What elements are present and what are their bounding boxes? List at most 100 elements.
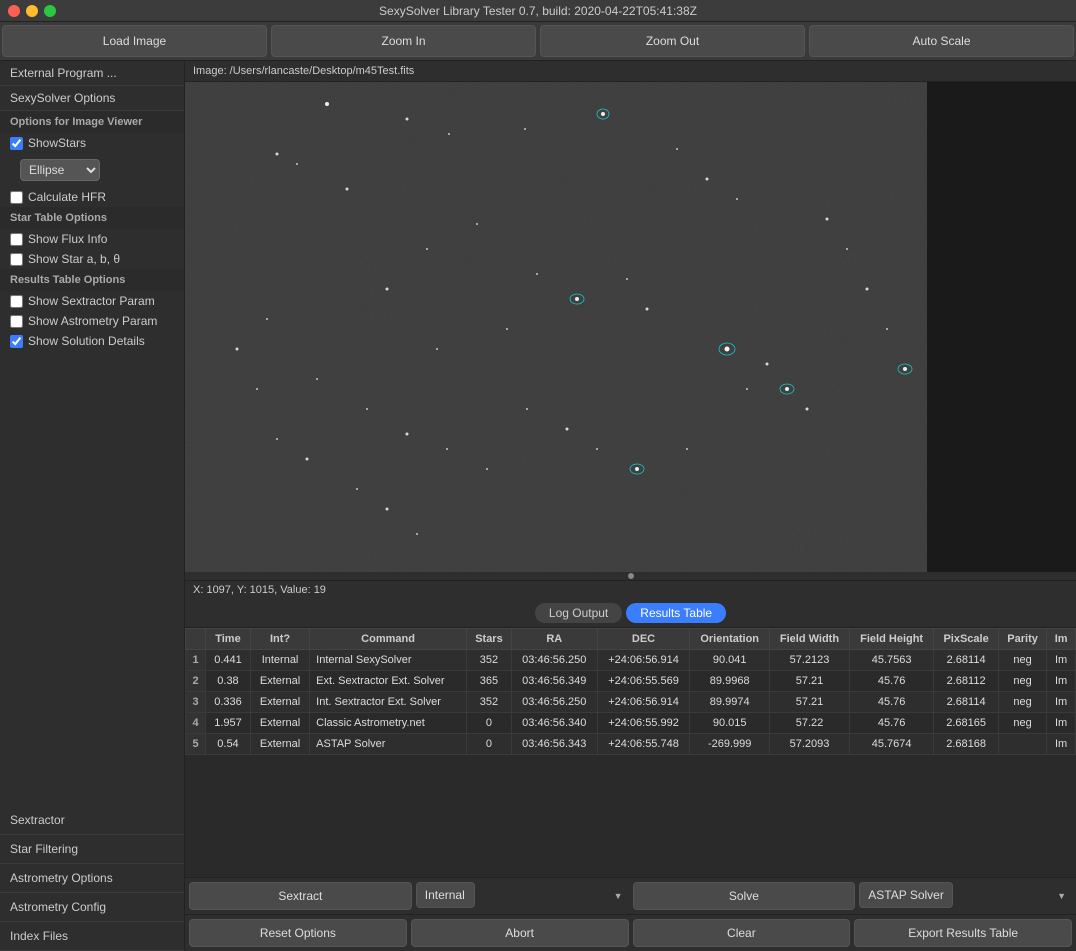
col-header-pixscale: PixScale <box>934 629 999 650</box>
orientation-cell: 90.041 <box>690 650 770 671</box>
show-star-ab-theta-option: Show Star a, b, θ <box>0 249 184 269</box>
bottom-row2: Reset Options Abort Clear Export Results… <box>185 915 1076 951</box>
index-files-nav-item[interactable]: Index Files <box>0 922 184 951</box>
auto-scale-button[interactable]: Auto Scale <box>809 25 1074 57</box>
zoom-in-button[interactable]: Zoom In <box>271 25 536 57</box>
int-cell: Internal <box>250 650 309 671</box>
star-filtering-nav-item[interactable]: Star Filtering <box>0 835 184 864</box>
table-row: 1 0.441 Internal Internal SexySolver 352… <box>186 650 1076 671</box>
internal-select[interactable]: Internal <box>416 882 475 908</box>
sextractor-nav-item[interactable]: Sextractor <box>0 806 184 835</box>
show-sextractor-param-checkbox[interactable] <box>10 295 23 308</box>
field-height-cell: 45.76 <box>850 671 934 692</box>
row-num-cell: 2 <box>186 671 206 692</box>
window-title: SexySolver Library Tester 0.7, build: 20… <box>379 4 697 18</box>
col-header-orientation: Orientation <box>690 629 770 650</box>
field-width-cell: 57.2123 <box>769 650 849 671</box>
field-height-cell: 45.76 <box>850 713 934 734</box>
pixscale-cell: 2.68114 <box>934 650 999 671</box>
show-solution-details-checkbox[interactable] <box>10 335 23 348</box>
scroll-dot <box>628 573 634 579</box>
internal-select-wrapper: Internal <box>416 882 629 910</box>
show-astrometry-param-option: Show Astrometry Param <box>0 311 184 331</box>
zoom-out-button[interactable]: Zoom Out <box>540 25 805 57</box>
pixscale-cell: 2.68165 <box>934 713 999 734</box>
table-row: 2 0.38 External Ext. Sextractor Ext. Sol… <box>186 671 1076 692</box>
parity-cell: neg <box>998 713 1046 734</box>
reset-options-button[interactable]: Reset Options <box>189 919 407 947</box>
export-results-button[interactable]: Export Results Table <box>854 919 1072 947</box>
command-cell: ASTAP Solver <box>310 734 467 755</box>
stars-cell: 365 <box>466 671 511 692</box>
clear-button[interactable]: Clear <box>633 919 851 947</box>
show-star-ab-theta-checkbox[interactable] <box>10 253 23 266</box>
tabs-bar: Log Output Results Table <box>185 599 1076 628</box>
image-section: Image: /Users/rlancaste/Desktop/m45Test.… <box>185 61 1076 599</box>
astrometry-config-nav-item[interactable]: Astrometry Config <box>0 893 184 922</box>
time-cell: 0.336 <box>206 692 251 713</box>
dec-cell: +24:06:55.569 <box>597 671 690 692</box>
calculate-hfr-checkbox[interactable] <box>10 191 23 204</box>
command-cell: Classic Astrometry.net <box>310 713 467 734</box>
command-cell: Int. Sextractor Ext. Solver <box>310 692 467 713</box>
dec-cell: +24:06:55.992 <box>597 713 690 734</box>
results-table: Time Int? Command Stars RA DEC Orientati… <box>185 628 1076 755</box>
row-num-cell: 5 <box>186 734 206 755</box>
sextract-button[interactable]: Sextract <box>189 882 412 910</box>
col-header-dec: DEC <box>597 629 690 650</box>
astrometry-options-nav-item[interactable]: Astrometry Options <box>0 864 184 893</box>
solve-button[interactable]: Solve <box>633 882 856 910</box>
field-width-cell: 57.2093 <box>769 734 849 755</box>
bottom-row1: Sextract Internal Solve ASTAP Solver <box>185 878 1076 915</box>
col-header-field-height: Field Height <box>850 629 934 650</box>
image-path-text: Image: /Users/rlancaste/Desktop/m45Test.… <box>193 65 414 77</box>
ra-cell: 03:46:56.343 <box>511 734 597 755</box>
orientation-cell: 89.9974 <box>690 692 770 713</box>
coord-text: X: 1097, Y: 1015, Value: 19 <box>193 584 326 596</box>
int-cell: External <box>250 671 309 692</box>
show-stars-checkbox[interactable] <box>10 137 23 150</box>
ra-cell: 03:46:56.349 <box>511 671 597 692</box>
log-output-tab[interactable]: Log Output <box>535 603 622 623</box>
field-width-cell: 57.21 <box>769 671 849 692</box>
parity-cell: neg <box>998 692 1046 713</box>
image-canvas[interactable] <box>185 82 927 572</box>
load-image-button[interactable]: Load Image <box>2 25 267 57</box>
field-width-cell: 57.21 <box>769 692 849 713</box>
col-header-time: Time <box>206 629 251 650</box>
astap-solver-select[interactable]: ASTAP Solver <box>859 882 953 908</box>
im-cell: Im <box>1047 713 1076 734</box>
bottom-controls: Sextract Internal Solve ASTAP Solver R <box>185 877 1076 951</box>
image-path-bar: Image: /Users/rlancaste/Desktop/m45Test.… <box>185 61 1076 82</box>
maximize-button[interactable] <box>44 5 56 17</box>
main-layout: External Program ... SexySolver Options … <box>0 61 1076 951</box>
scroll-indicator <box>185 572 1076 580</box>
top-toolbar: Load Image Zoom In Zoom Out Auto Scale <box>0 22 1076 61</box>
abort-button[interactable]: Abort <box>411 919 629 947</box>
col-header-field-width: Field Width <box>769 629 849 650</box>
results-section: Log Output Results Table Time Int? Comma… <box>185 599 1076 951</box>
table-row: 4 1.957 External Classic Astrometry.net … <box>186 713 1076 734</box>
minimize-button[interactable] <box>26 5 38 17</box>
show-sextractor-param-label: Show Sextractor Param <box>28 294 155 308</box>
sexy-solver-options-item[interactable]: SexySolver Options <box>0 86 184 111</box>
external-program-item[interactable]: External Program ... <box>0 61 184 86</box>
im-cell: Im <box>1047 671 1076 692</box>
star-shape-select[interactable]: Ellipse <box>20 159 100 181</box>
calculate-hfr-label: Calculate HFR <box>28 190 106 204</box>
close-button[interactable] <box>8 5 20 17</box>
show-sextractor-param-option: Show Sextractor Param <box>0 291 184 311</box>
dec-cell: +24:06:56.914 <box>597 650 690 671</box>
calculate-hfr-option: Calculate HFR <box>0 187 184 207</box>
row-num-cell: 1 <box>186 650 206 671</box>
time-cell: 1.957 <box>206 713 251 734</box>
coord-bar: X: 1097, Y: 1015, Value: 19 <box>185 580 1076 599</box>
show-astrometry-param-checkbox[interactable] <box>10 315 23 328</box>
stars-cell: 352 <box>466 692 511 713</box>
ra-cell: 03:46:56.250 <box>511 692 597 713</box>
table-header-row: Time Int? Command Stars RA DEC Orientati… <box>186 629 1076 650</box>
orientation-cell: -269.999 <box>690 734 770 755</box>
show-flux-info-checkbox[interactable] <box>10 233 23 246</box>
results-table-tab[interactable]: Results Table <box>626 603 726 623</box>
results-table-wrapper[interactable]: Time Int? Command Stars RA DEC Orientati… <box>185 628 1076 877</box>
